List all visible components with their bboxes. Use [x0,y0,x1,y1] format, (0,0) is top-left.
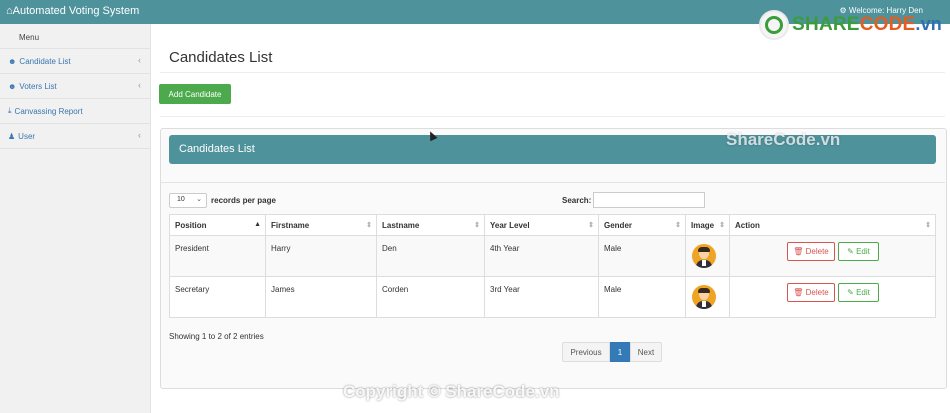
cell-action: 🗑 Delete ✎ Edit [730,277,935,317]
column-header-lastname[interactable]: Lastname ⇕ [377,215,485,236]
app-brand[interactable]: ⌂Automated Voting System [6,5,139,17]
cell-position: President [170,236,266,276]
search-label: Search: [562,196,592,205]
chevron-left-icon: ‹ [138,55,141,65]
sidebar: Menu ☻ Candidate List ‹ ☻ Voters List ‹ … [0,24,151,413]
search-input[interactable] [593,192,705,208]
cell-gender: Male [599,236,686,276]
copyright-watermark: Copyright © ShareCode.vn [343,382,560,401]
sort-icon: ⇕ [366,222,372,229]
cell-action: 🗑 Delete ✎ Edit [730,236,935,276]
sidebar-item-canvassing-report[interactable]: ⤓ Canvassing Report [0,98,150,123]
records-per-page-value: 10 [177,196,185,203]
sidebar-item-user[interactable]: ♟ User ‹ [0,123,150,149]
records-per-page-select[interactable]: 10 ⌄ [169,193,207,208]
candidate-avatar [692,244,716,268]
candidate-avatar [692,285,716,309]
sort-asc-icon: ▲ [254,221,261,228]
sort-icon: ⇕ [925,222,931,229]
add-candidate-button[interactable]: Add Candidate [159,84,231,104]
candidates-table: Position ▲ Firstname ⇕ Lastname ⇕ Year Leve… [169,214,936,318]
delete-button[interactable]: 🗑 Delete [787,242,835,261]
chevron-left-icon: ‹ [138,80,141,90]
home-icon: ⌂ [6,5,13,17]
download-icon: ⤓ [8,106,12,115]
sharecode-logo-watermark: SHARECODE.vn [759,10,942,40]
cell-firstname: James [266,277,377,317]
cell-year-level: 4th Year [485,236,599,276]
previous-page-button[interactable]: Previous [562,342,610,362]
next-page-button[interactable]: Next [630,342,662,362]
divider [160,116,945,117]
cell-image [686,236,730,276]
column-header-year-level[interactable]: Year Level ⇕ [485,215,599,236]
edit-button[interactable]: ✎ Edit [838,283,879,302]
sidebar-menu-label: Menu [19,33,40,42]
sidebar-item-label: User [18,131,36,141]
sidebar-item-candidate-list[interactable]: ☻ Candidate List ‹ [0,48,150,73]
panel-divider [160,182,945,183]
cell-year-level: 3rd Year [485,277,599,317]
cell-lastname: Corden [377,277,485,317]
records-per-page-label: records per page [211,196,276,205]
chevron-down-icon: ⌄ [196,196,202,203]
page-1-button[interactable]: 1 [610,342,630,362]
sharecode-logo-icon [759,10,790,40]
cell-gender: Male [599,277,686,317]
edit-button[interactable]: ✎ Edit [838,242,879,261]
delete-button[interactable]: 🗑 Delete [787,283,835,302]
app-title: Automated Voting System [12,5,140,17]
sort-icon: ⇕ [588,222,594,229]
table-row: President Harry Den 4th Year Male 🗑 Dele… [170,236,935,277]
user-icon: ♟ [8,131,16,141]
column-header-firstname[interactable]: Firstname ⇕ [266,215,377,236]
trash-icon: 🗑 [793,247,804,256]
sort-icon: ⇕ [719,222,725,229]
trash-icon: 🗑 [793,288,804,297]
cell-lastname: Den [377,236,485,276]
cell-position: Secretary [170,277,266,317]
users-icon: ☻ [8,81,17,91]
pagination: Previous 1 Next [562,342,662,362]
sort-icon: ⇕ [474,222,480,229]
pencil-icon: ✎ [847,247,854,256]
column-header-gender[interactable]: Gender ⇕ [599,215,686,236]
sharecode-watermark: ShareCode.vn [726,130,841,149]
sidebar-item-label: Canvassing Report [14,106,83,116]
sidebar-item-label: Voters List [19,81,57,91]
column-header-action[interactable]: Action ⇕ [730,215,935,236]
users-icon: ☻ [8,56,17,66]
column-header-position[interactable]: Position ▲ [170,215,266,236]
sharecode-logo-text: SHARECODE.vn [792,14,942,35]
sort-icon: ⇕ [675,222,681,229]
pencil-icon: ✎ [847,288,854,297]
chevron-left-icon: ‹ [138,130,141,140]
page-title: Candidates List [169,49,273,66]
table-row: Secretary James Corden 3rd Year Male 🗑 D… [170,277,935,317]
column-header-image[interactable]: Image ⇕ [686,215,730,236]
cell-image [686,277,730,317]
cell-firstname: Harry [266,236,377,276]
sidebar-item-label: Candidate List [19,56,71,66]
table-info: Showing 1 to 2 of 2 entries [169,332,264,341]
sidebar-item-voters-list[interactable]: ☻ Voters List ‹ [0,73,150,98]
divider [160,72,945,73]
